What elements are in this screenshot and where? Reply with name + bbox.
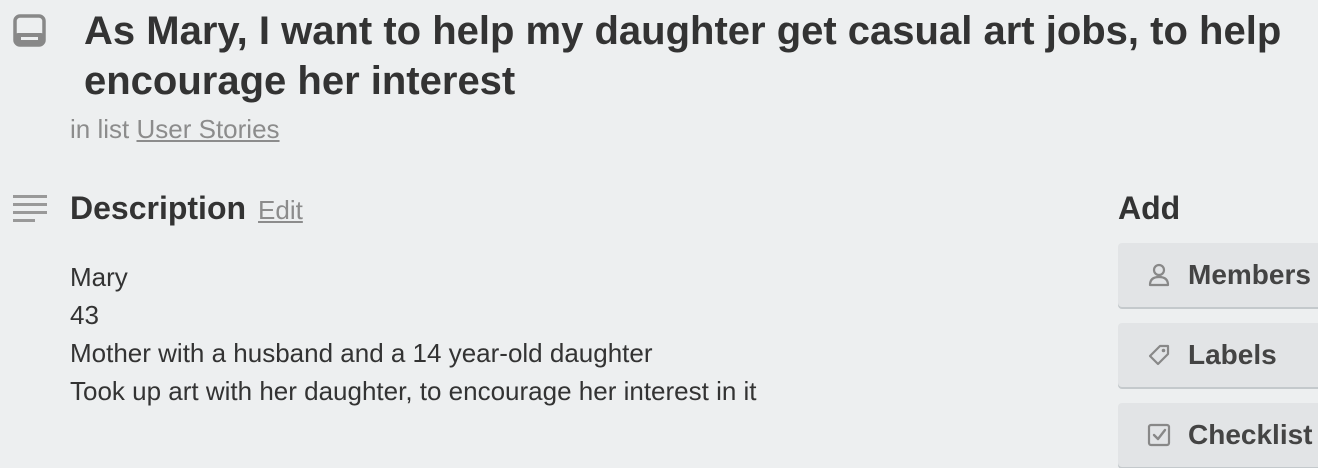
members-button[interactable]: Members — [1118, 243, 1318, 307]
description-line: Took up art with her daughter, to encour… — [70, 376, 757, 406]
members-button-label: Members — [1188, 259, 1311, 290]
checklist-button[interactable]: Checklist — [1118, 403, 1318, 467]
labels-button-label: Labels — [1188, 339, 1277, 370]
in-list-line: in list User Stories — [70, 113, 280, 145]
list-name-link[interactable]: User Stories — [136, 114, 279, 144]
labels-button[interactable]: Labels — [1118, 323, 1318, 387]
description-body[interactable]: Mary 43 Mother with a husband and a 14 y… — [70, 258, 757, 410]
description-lines-icon — [13, 193, 47, 223]
description-line: Mary — [70, 262, 128, 292]
card-title[interactable]: As Mary, I want to help my daughter get … — [84, 6, 1304, 106]
checklist-button-label: Checklist — [1188, 419, 1313, 450]
description-line: Mother with a husband and a 14 year-old … — [70, 338, 653, 368]
card-detail-window: As Mary, I want to help my daughter get … — [0, 0, 1318, 468]
add-heading: Add — [1118, 190, 1181, 226]
description-heading: Description Edit — [70, 188, 303, 230]
card-icon — [13, 14, 46, 47]
tag-icon — [1146, 342, 1172, 368]
in-list-prefix: in list — [70, 114, 130, 144]
checkbox-icon — [1146, 422, 1172, 448]
description-title: Description — [70, 190, 247, 226]
description-line: 43 — [70, 300, 99, 330]
person-icon — [1146, 262, 1172, 288]
edit-description-link[interactable]: Edit — [258, 190, 303, 230]
